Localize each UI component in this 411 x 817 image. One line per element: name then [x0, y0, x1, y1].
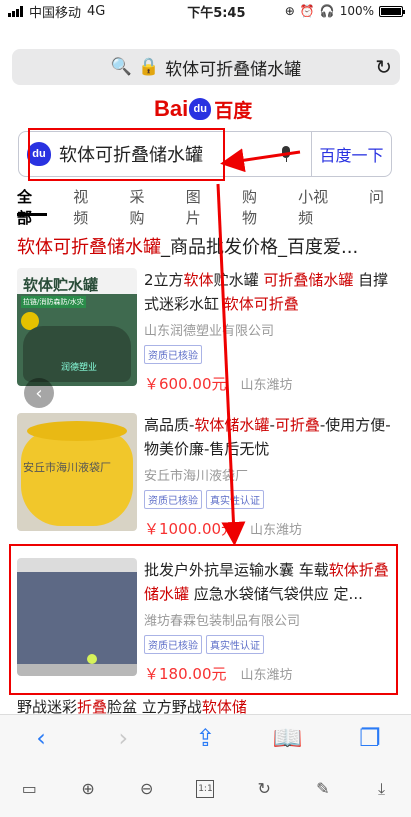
tab-6[interactable]: 问	[369, 186, 384, 212]
thumb-caption: 安丘市海川液袋厂	[23, 461, 111, 474]
alarm-icon: ⏰	[299, 4, 315, 18]
shop-name[interactable]: 安丘市海川液袋厂	[144, 465, 398, 484]
status-bar: 中国移动 4G 下午5:45 ⊕ ⏰ 🎧 100%	[0, 0, 411, 22]
authentic-badge: 真实性认证	[206, 490, 264, 509]
tab-0[interactable]: 全部	[17, 186, 46, 227]
result-title-rest: _商品批发价格_百度爱...	[161, 237, 359, 258]
bookmarks-icon[interactable]: 📖	[271, 721, 305, 755]
tab-4[interactable]: 购物	[242, 186, 271, 227]
baidu-logo[interactable]: Bai du 百度	[154, 96, 253, 122]
result-tabs: 全部 视频 采购 图片 购物 小视频 问	[0, 186, 411, 227]
result-title-highlight: 软体可折叠储水罐	[17, 237, 161, 258]
thumb-subcaption: 拉链/消防森防/水灾	[21, 296, 86, 308]
paw-icon: du	[189, 98, 212, 120]
download-icon[interactable]: ⤓	[365, 772, 399, 806]
thumb-brand: 润德塑业	[61, 363, 98, 373]
address-text: 软体可折叠储水罐	[165, 59, 302, 80]
signal-icon	[8, 5, 23, 17]
price: ￥600.00元	[144, 375, 227, 393]
price: ￥1000.00元	[144, 520, 237, 538]
search-icon: 🔍	[110, 57, 132, 77]
carrier: 中国移动	[29, 5, 82, 21]
search-button[interactable]: 百度一下	[311, 132, 391, 176]
lock-icon: 🔒	[138, 57, 160, 77]
lock-rotation-icon: ⊕	[284, 4, 295, 18]
headphones-icon: 🎧	[319, 4, 335, 18]
address-bar[interactable]: 🔍 🔒 软体可折叠储水罐 ↻	[12, 49, 400, 85]
reload-icon[interactable]: ↻	[375, 55, 392, 79]
network: 4G	[87, 3, 106, 19]
tab-2[interactable]: 采购	[129, 186, 158, 227]
annotation-query-box	[28, 128, 225, 181]
product-thumbnail[interactable]: 安丘市海川液袋厂	[17, 413, 137, 531]
shop-name[interactable]: 山东润德塑业有限公司	[144, 320, 398, 339]
forward-icon[interactable]: ›	[106, 721, 140, 755]
status-time: 下午5:45	[187, 5, 246, 21]
product-item[interactable]: 安丘市海川液袋厂 高品质-软体储水罐-可折叠-使用方便-物美价廉-售后无忧 安丘…	[17, 413, 403, 543]
logo-text: Bai	[154, 96, 189, 121]
verified-badge: 资质已核验	[144, 345, 202, 364]
actual-size-icon[interactable]: 1:1	[188, 772, 222, 806]
location: 山东潍坊	[250, 523, 303, 538]
product-item[interactable]: 软体贮水罐 拉链/消防森防/水灾 润德塑业 2立方软体贮水罐 可折叠储水罐 自撑…	[17, 268, 403, 398]
zoom-out-icon[interactable]: ⊖	[130, 772, 164, 806]
back-icon[interactable]: ‹	[24, 721, 58, 755]
reader-toolbar: ▭ ⊕ ⊖ 1:1 ↻ ✎ ⤓	[0, 760, 411, 817]
pen-icon[interactable]: ✎	[306, 772, 340, 806]
browser-toolbar: ‹ › ⇪ 📖 ❐	[0, 714, 411, 760]
battery-icon	[379, 5, 405, 17]
logo-cn-text: 百度	[214, 100, 253, 122]
location: 山东潍坊	[240, 378, 293, 393]
share-icon[interactable]: ⇪	[188, 721, 222, 755]
reader-icon[interactable]: ▭	[12, 772, 46, 806]
product-title[interactable]: 高品质-软体储水罐-可折叠-使用方便-物美价廉-售后无忧	[144, 413, 398, 461]
tab-3[interactable]: 图片	[186, 186, 215, 227]
carousel-prev-icon[interactable]: ‹	[24, 378, 54, 408]
verified-badge: 资质已核验	[144, 490, 202, 509]
microphone-icon[interactable]	[271, 146, 301, 162]
tab-1[interactable]: 视频	[73, 186, 102, 227]
result-title-link[interactable]: 软体可折叠储水罐_商品批发价格_百度爱...	[17, 233, 403, 259]
product-thumbnail[interactable]: 软体贮水罐 拉链/消防森防/水灾 润德塑业	[17, 268, 137, 386]
next-result-title[interactable]: 野战迷彩折叠脸盆 立方野战软体储	[17, 696, 403, 714]
annotation-highlight-box	[9, 544, 398, 695]
tabs-icon[interactable]: ❐	[353, 721, 387, 755]
active-tab-underline	[17, 213, 47, 216]
tab-5[interactable]: 小视频	[298, 186, 342, 227]
product-title[interactable]: 2立方软体贮水罐 可折叠储水罐 自撑式迷彩水缸 软体可折叠	[144, 268, 398, 316]
refresh-icon[interactable]: ↻	[247, 772, 281, 806]
battery-percent: 100%	[339, 4, 374, 18]
zoom-in-icon[interactable]: ⊕	[71, 772, 105, 806]
thumb-caption: 软体贮水罐	[23, 276, 99, 294]
